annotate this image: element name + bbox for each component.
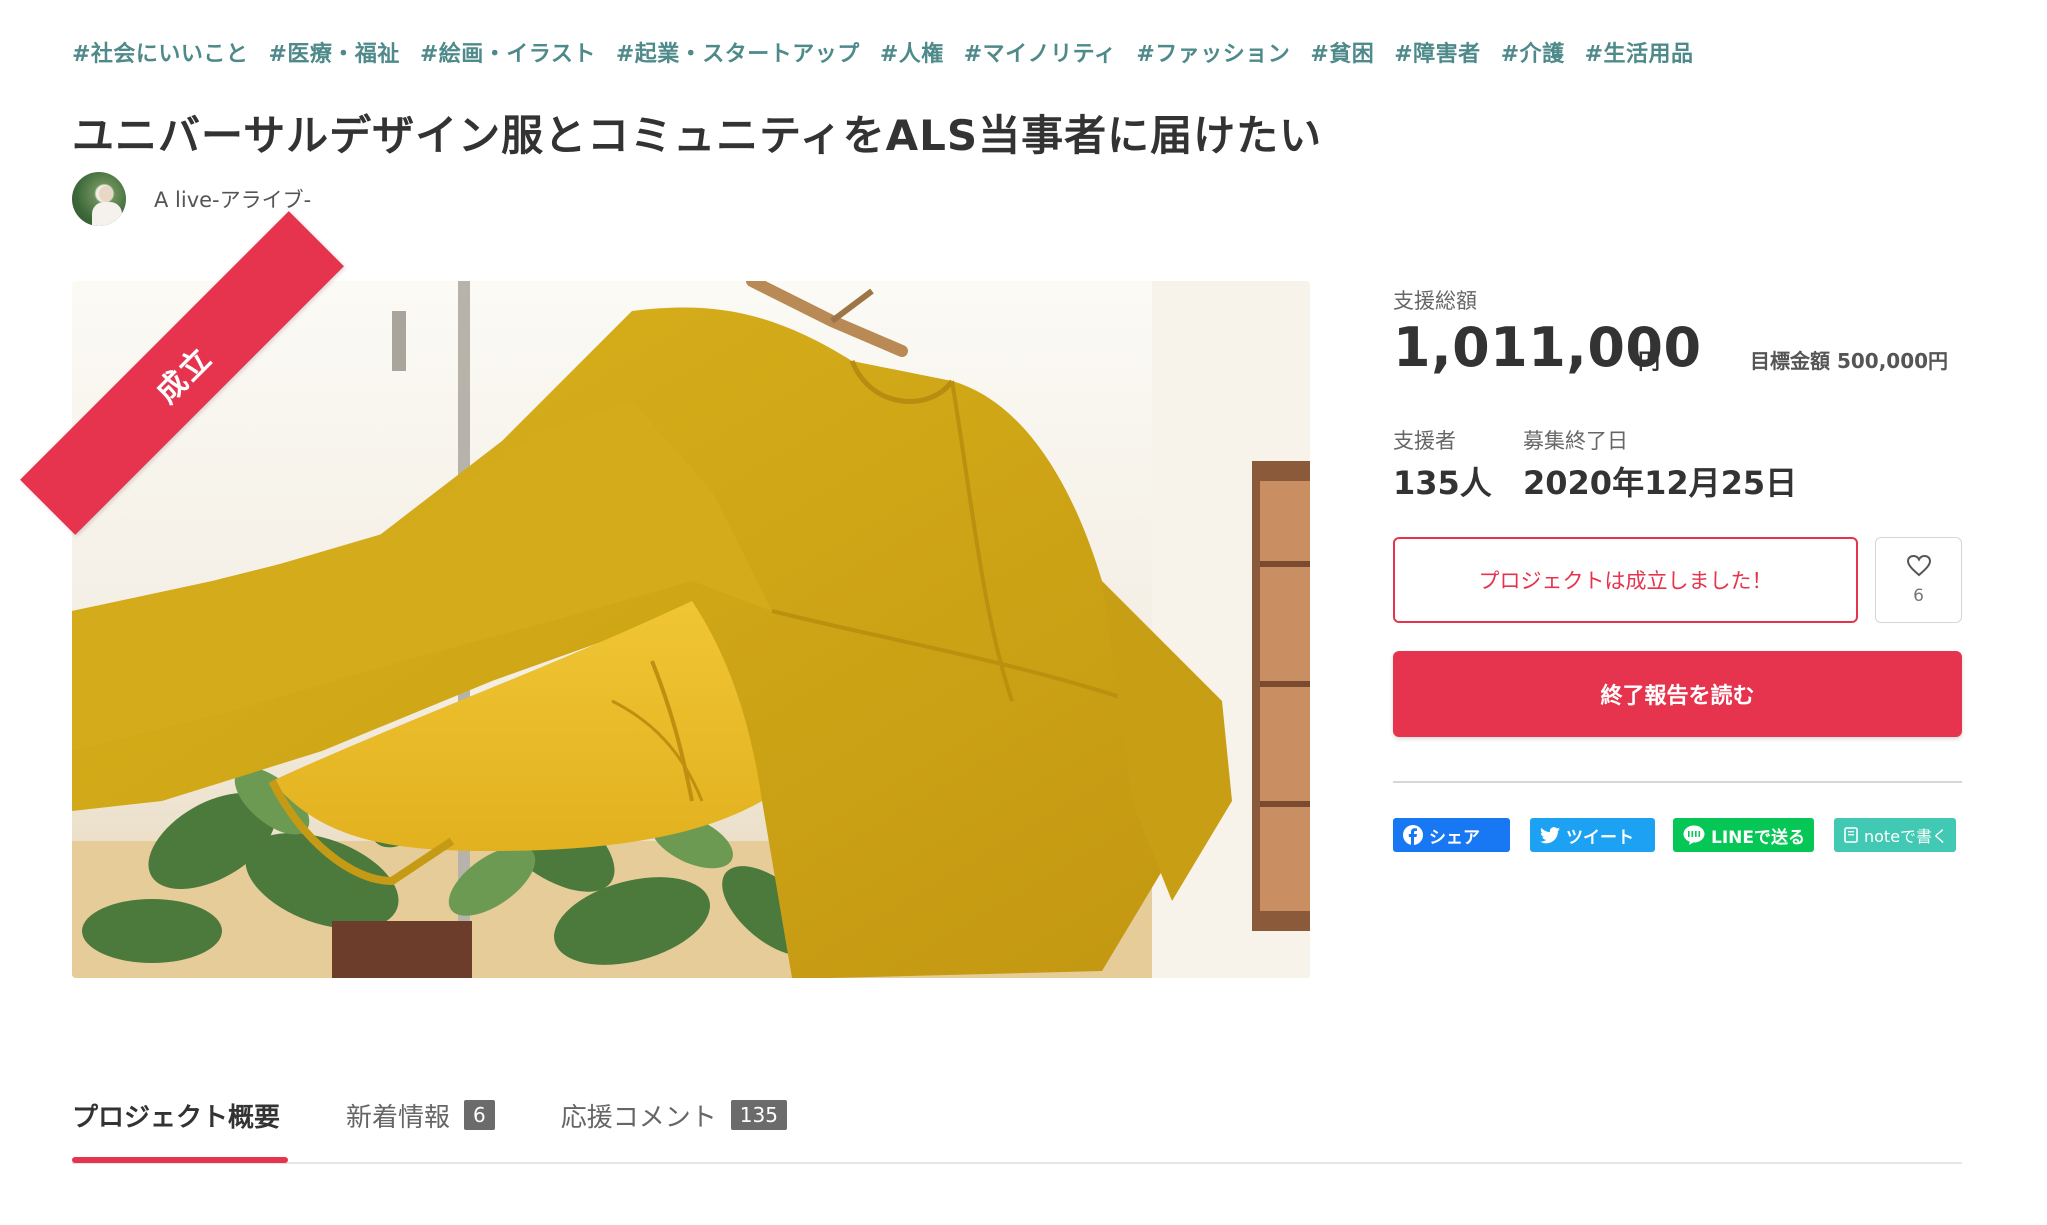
owner-avatar[interactable] [72,172,126,226]
tag-link[interactable]: #社会にいいこと [72,36,248,68]
line-share-label: LINEで送る [1711,827,1805,848]
read-report-label: 終了報告を読む [1600,684,1755,709]
tag-link[interactable]: #医療・福祉 [268,36,399,68]
tag-link[interactable]: #起業・スタートアップ [616,36,860,68]
tag-link[interactable]: #人権 [880,36,944,68]
project-title: ユニバーサルデザイン服とコミュニティをALS当事者に届けたい [72,111,1323,160]
project-tabs: プロジェクト概要 新着情報 6 応援コメント 135 [72,1090,853,1140]
tabs-divider [72,1162,1962,1164]
project-owner[interactable]: A live-アライブ- [72,172,311,226]
supporters-label: 支援者 [1393,429,1456,453]
total-amount-label: 支援総額 [1393,289,1477,313]
facebook-icon [1403,825,1423,845]
facebook-share-button[interactable]: シェア [1393,818,1510,852]
supporters-value: 135人 [1393,464,1492,502]
goal-amount: 目標金額 500,000円 [1750,349,1949,373]
line-share-button[interactable]: LINEで送る [1673,818,1814,852]
favorite-button[interactable]: 6 [1875,537,1962,623]
tab-overview[interactable]: プロジェクト概要 [72,1090,280,1140]
comments-count-badge: 135 [730,1100,787,1130]
tag-link[interactable]: #貧困 [1310,36,1374,68]
tab-label: 新着情報 [346,1102,451,1133]
tab-label: プロジェクト概要 [72,1102,281,1133]
tag-link[interactable]: #マイノリティ [964,36,1117,68]
tag-link[interactable]: #介護 [1501,36,1565,68]
updates-count-badge: 6 [464,1100,495,1130]
tab-label: 応援コメント [560,1102,717,1133]
twitter-bird-icon [1540,826,1560,844]
facebook-share-label: シェア [1429,827,1480,848]
tag-link[interactable]: #絵画・イラスト [420,36,596,68]
tag-link[interactable]: #ファッション [1136,36,1290,68]
favorite-count: 6 [1913,586,1924,606]
tag-link[interactable]: #生活用品 [1585,36,1694,68]
project-success-label: プロジェクトは成立しました！ [1478,569,1773,593]
project-main-image [72,281,1310,978]
tag-list: #社会にいいこと #医療・福祉 #絵画・イラスト #起業・スタートアップ #人権… [72,36,1694,68]
end-date-value: 2020年12月25日 [1523,464,1798,502]
project-page: #社会にいいこと #医療・福祉 #絵画・イラスト #起業・スタートアップ #人権… [0,0,2047,1225]
tab-updates[interactable]: 新着情報 6 [346,1090,495,1140]
twitter-share-label: ツイート [1566,827,1634,848]
tag-link[interactable]: #障害者 [1394,36,1480,68]
note-icon [1844,827,1858,843]
total-amount-unit: 円 [1638,350,1661,375]
heart-icon [1906,554,1932,582]
read-report-button[interactable]: 終了報告を読む [1393,651,1962,737]
project-success-button[interactable]: プロジェクトは成立しました！ [1393,537,1858,623]
twitter-share-button[interactable]: ツイート [1530,818,1655,852]
tab-comments[interactable]: 応援コメント 135 [561,1090,787,1140]
note-share-label: noteで書く [1864,827,1949,846]
divider [1393,781,1962,783]
line-chat-icon [1683,825,1705,845]
end-date-label: 募集終了日 [1523,429,1628,453]
active-tab-indicator [72,1157,288,1163]
note-share-button[interactable]: noteで書く [1834,818,1956,852]
yellow-sweater-photo [72,281,1310,978]
owner-name[interactable]: A live-アライブ- [154,184,311,214]
